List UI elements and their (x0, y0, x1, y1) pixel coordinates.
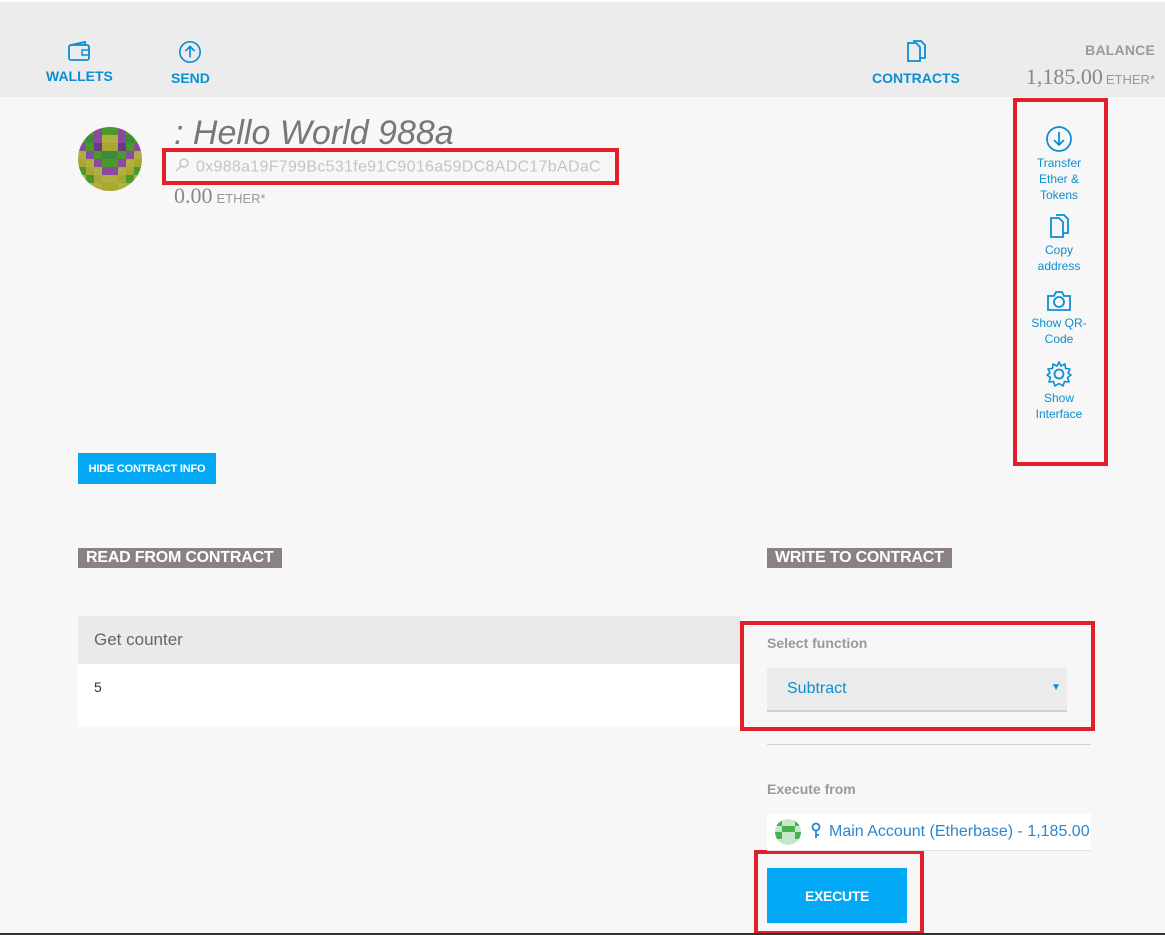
balance-value: 1,185.00 ETHER* (1026, 64, 1155, 90)
select-function-dropdown[interactable]: Subtract ▼ (767, 668, 1067, 712)
show-interface-button[interactable]: Show Interface (1019, 360, 1099, 422)
nav-send[interactable]: SEND (171, 40, 210, 86)
nav-wallets[interactable]: WALLETS (46, 40, 113, 84)
read-function-panel: Get counter 5 (78, 616, 740, 726)
selected-function: Subtract (787, 680, 847, 697)
nav-send-label: SEND (171, 70, 210, 86)
contract-balance: 0.00 ETHER* (174, 183, 266, 209)
balance-amount: 1,185.00 (1025, 64, 1103, 89)
key-icon (810, 822, 822, 845)
transfer-ether-tokens-button[interactable]: Transfer Ether & Tokens (1019, 125, 1099, 203)
balance-label: BALANCE (1085, 42, 1155, 58)
contracts-icon (907, 40, 926, 62)
execute-from-account-select[interactable]: Main Account (Etherbase) - 1,185.00 (767, 814, 1091, 851)
read-function-name: Get counter (78, 616, 740, 664)
execute-button[interactable]: EXECUTE (767, 868, 907, 923)
copy-icon (1050, 214, 1069, 238)
top-navigation-bar: WALLETS SEND CONTRACTS BALANCE 1,185.00 E… (0, 0, 1165, 97)
copy-address-button[interactable]: Copy address (1019, 214, 1099, 274)
gear-icon (1046, 361, 1072, 387)
nav-wallets-label: WALLETS (46, 68, 113, 84)
hide-contract-info-button[interactable]: HIDE CONTRACT INFO (78, 453, 216, 484)
wallet-icon (68, 40, 91, 61)
select-function-label: Select function (767, 635, 868, 651)
account-name: Main Account (Etherbase) - 1,185.00 (829, 823, 1090, 840)
transfer-label: Transfer Ether & Tokens (1036, 156, 1082, 202)
execute-from-label: Execute from (767, 781, 856, 797)
arrow-up-circle-icon (179, 41, 202, 63)
contract-balance-amount: 0.00 (174, 183, 213, 208)
copy-address-label: Copy address (1037, 243, 1081, 273)
contract-balance-unit: ETHER* (216, 191, 266, 206)
camera-icon (1047, 291, 1071, 311)
nav-contracts[interactable]: CONTRACTS (872, 40, 960, 86)
read-from-contract-heading: READ FROM CONTRACT (78, 548, 282, 568)
show-qr-code-button[interactable]: Show QR-Code (1019, 289, 1099, 347)
show-interface-label: Show Interface (1035, 391, 1083, 421)
read-function-value: 5 (94, 679, 102, 695)
write-to-contract-heading: WRITE TO CONTRACT (767, 548, 952, 568)
contract-identicon (78, 127, 142, 191)
nav-contracts-label: CONTRACTS (872, 70, 960, 86)
dropdown-arrow-icon: ▼ (1051, 682, 1061, 693)
balance-unit: ETHER* (1105, 72, 1155, 87)
address-highlight-box (162, 148, 619, 185)
show-qr-label: Show QR-Code (1031, 316, 1087, 346)
download-circle-icon (1046, 126, 1072, 152)
account-identicon (775, 819, 801, 845)
divider (767, 744, 1091, 745)
